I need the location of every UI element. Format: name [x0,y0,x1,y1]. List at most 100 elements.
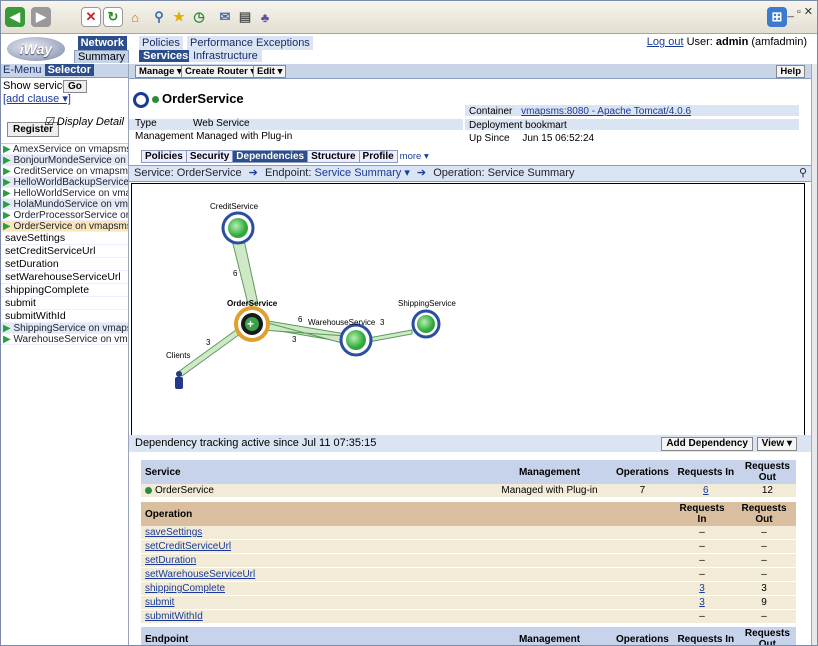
crumb-operation-label: Operation: [433,167,485,179]
home-icon[interactable]: ⌂ [125,7,145,27]
requests-in-link[interactable]: 3 [699,597,705,608]
tab-services[interactable]: Services [139,50,193,62]
operation-list-item[interactable]: setDuration [1,258,128,271]
help-button[interactable]: Help [776,65,805,78]
col-op-requests-in: Requests In [672,502,732,526]
add-dependency-button[interactable]: Add Dependency [661,437,753,451]
service-list-item[interactable]: ▶ OrderProcessorService or [1,210,128,221]
operation-list-item[interactable]: setWarehouseServiceUrl [1,271,128,284]
back-icon[interactable]: ◀ [5,7,25,27]
favorites-icon[interactable]: ★ [169,7,189,27]
operation-link[interactable]: setDuration [145,555,196,566]
selector-tab[interactable]: Selector [44,64,95,76]
service-list-item[interactable]: ▶ ShippingService on vmaps [1,323,128,334]
view-menu[interactable]: View ▾ [756,437,797,451]
user-name: admin [715,36,749,48]
emenu-tab[interactable]: E-Menu [3,64,42,76]
diagram-svg: CreditService + OrderService WarehouseSe… [166,202,456,389]
node-credit[interactable]: CreditService [210,202,259,245]
label-credit: CreditService [210,202,259,211]
table-row[interactable]: setDuration – – [141,553,796,568]
service-list-item[interactable]: ▶ WarehouseService on vm [1,334,128,345]
stop-icon[interactable]: ✕ [81,7,101,27]
tab-policies-detail[interactable]: Policies [141,150,187,163]
operation-link[interactable]: shippingComplete [145,583,225,594]
status-arrow-icon: ▶ [3,199,14,210]
tab-policies[interactable]: Policies [139,36,183,50]
history-icon[interactable]: ◷ [189,7,209,27]
service-list-item[interactable]: ▶ HolaMundoService on vma [1,199,128,210]
deployment-row: Deployment bookmart [469,120,567,131]
left-pane: E-Menu Selector Show services Go [add cl… [1,64,129,645]
logout-link[interactable]: Log out [647,36,684,48]
create-router-menu[interactable]: Create Router ▾ [181,65,260,78]
requests-in-link[interactable]: 3 [699,583,705,594]
endpoint-dropdown[interactable]: Service Summary ▾ [314,167,409,179]
service-list-item[interactable]: ▶ AmexService on vmapsms [1,144,128,155]
tab-structure[interactable]: Structure [307,150,360,163]
operation-list-item[interactable]: saveSettings [1,232,128,245]
forward-icon[interactable]: ▶ [31,7,51,27]
type-row: Type Web Service [135,118,250,129]
crumb-arrow-icon: ➔ [248,167,258,179]
manage-menu[interactable]: Manage ▾ [135,65,186,78]
status-arrow-icon: ▶ [3,166,14,177]
print-icon[interactable]: ▤ [235,7,255,27]
table-row[interactable]: setCreditServiceUrl – – [141,539,796,554]
breadcrumb: Service: OrderService ➔ Endpoint: Servic… [129,165,813,182]
service-list-item[interactable]: ▶ HelloWorldBackupService [1,177,128,188]
emenu-bar: E-Menu Selector [1,64,128,78]
browser-toolbar: ◀ ▶ ✕ ↻ ⌂ ⚲ ★ ◷ ✉ ▤ ♣ ⊞ _ ▫ ✕ [1,1,817,34]
tab-security[interactable]: Security [185,150,234,163]
search-icon[interactable]: ⚲ [149,7,169,27]
table-row[interactable]: submit 3 9 [141,595,796,610]
messenger-icon[interactable]: ♣ [255,7,275,27]
table-row[interactable]: OrderService Managed with Plug-in 7 6 12 [141,484,796,498]
window-controls[interactable]: _ ▫ ✕ [788,5,813,18]
table-row[interactable]: shippingComplete 3 3 [141,581,796,596]
label-order: OrderService [227,299,278,308]
operation-list-item[interactable]: submit [1,297,128,310]
display-detail-checkbox[interactable]: ☑ Display Detail [44,116,124,128]
add-clause-link[interactable]: [add clause ▾] [3,93,71,105]
operation-link[interactable]: saveSettings [145,527,202,538]
label-warehouse: WarehouseService [308,318,376,327]
scrollbar[interactable] [811,64,817,645]
tab-dependencies[interactable]: Dependencies [232,150,309,163]
edit-menu[interactable]: Edit ▾ [253,65,287,78]
network-tab[interactable]: Network [77,36,127,50]
summary-tab[interactable]: Summary [73,50,129,63]
table-row[interactable]: setWarehouseServiceUrl – – [141,567,796,582]
requests-in-link[interactable]: 6 [703,485,709,496]
network-tab-area: Network Summary [71,34,129,64]
user-role: (amfadmin) [751,36,807,48]
operation-link[interactable]: setWarehouseServiceUrl [145,569,255,580]
operation-table: Operation Requests In Requests Out saveS… [141,502,796,624]
go-button[interactable]: Go [63,80,87,93]
service-list-item[interactable]: ▶ BonjourMondeService on v [1,155,128,166]
service-list-item[interactable]: ▶ OrderService on vmapsms [1,221,128,232]
main-toolbar: Manage ▾ Create Router ▾ Edit ▾ Help [129,64,813,79]
label-clients: Clients [166,351,190,360]
table-row[interactable]: saveSettings – – [141,526,796,540]
dependency-diagram[interactable]: CreditService + OrderService WarehouseSe… [131,183,805,436]
service-table-header: Service Management Operations Requests I… [141,460,796,484]
table-row[interactable]: submitWithId – – [141,609,796,624]
operation-list-item[interactable]: shippingComplete [1,284,128,297]
tab-infrastructure[interactable]: Infrastructure [189,50,262,62]
operation-link[interactable]: submit [145,597,174,608]
tab-exceptions[interactable]: Exceptions [253,36,313,50]
refresh-icon[interactable]: ↻ [103,7,123,27]
tab-performance[interactable]: Performance [187,36,256,50]
operation-link[interactable]: submitWithId [145,611,203,622]
operation-link[interactable]: setCreditServiceUrl [145,541,231,552]
more-tabs-menu[interactable]: more ▾ [397,151,432,162]
container-link[interactable]: vmapsms:8080 - Apache Tomcat/4.0.6 [521,106,691,117]
mail-icon[interactable]: ✉ [215,7,235,27]
operation-list-item[interactable]: submitWithId [1,310,128,323]
operation-list-item[interactable]: setCreditServiceUrl [1,245,128,258]
service-list-item[interactable]: ▶ HelloWorldService on vma [1,188,128,199]
service-list-item[interactable]: ▶ CreditService on vmapsms [1,166,128,177]
tab-profile[interactable]: Profile [358,150,398,163]
zoom-icon[interactable]: ⚲ [799,166,807,181]
